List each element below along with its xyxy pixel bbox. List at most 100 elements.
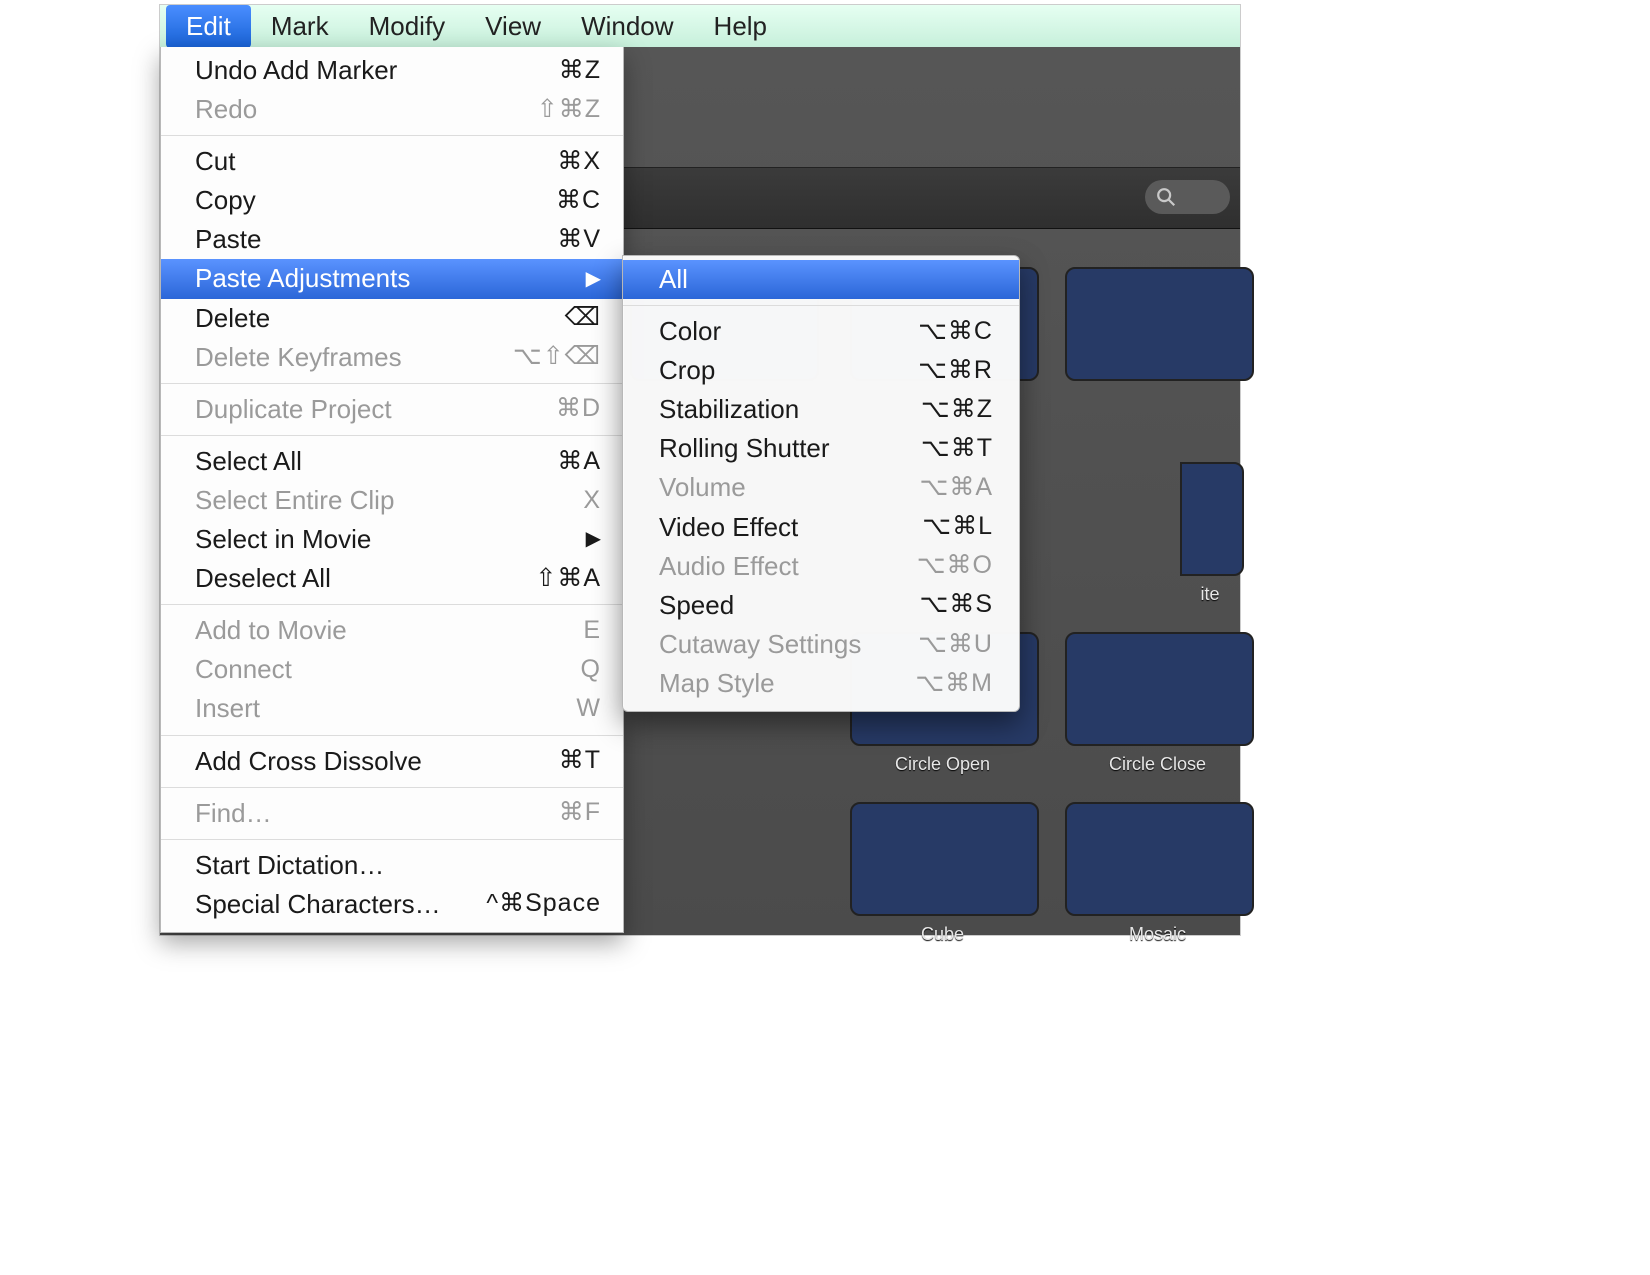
menu-item-label: Special Characters… [195, 887, 441, 922]
menu-separator [161, 735, 623, 736]
menu-item-cut[interactable]: Cut ⌘X [161, 142, 623, 181]
transition-label: Cube [850, 924, 1035, 945]
menu-item-select-in-movie[interactable]: Select in Movie ▶ [161, 520, 623, 559]
menu-separator [161, 604, 623, 605]
menu-separator [623, 305, 1019, 306]
transition-label: Mosaic [1065, 924, 1250, 945]
menu-item-label: Rolling Shutter [659, 431, 830, 466]
menu-item-insert[interactable]: Insert W [161, 689, 623, 728]
menu-item-add-to-movie[interactable]: Add to Movie E [161, 611, 623, 650]
menu-item-label: Video Effect [659, 510, 798, 545]
menu-item-label: Cutaway Settings [659, 627, 861, 662]
menu-item-label: Map Style [659, 666, 775, 701]
transition-label: Circle Open [850, 754, 1035, 775]
menubar-item-view[interactable]: View [465, 5, 561, 48]
app-window: Edit Mark Modify View Window Help ite [160, 5, 1240, 935]
menu-item-add-cross-dissolve[interactable]: Add Cross Dissolve ⌘T [161, 742, 623, 781]
menu-item-label: Audio Effect [659, 549, 799, 584]
menu-item-label: Select in Movie [195, 522, 371, 557]
submenu-item-map-style[interactable]: Map Style ⌥⌘M [623, 664, 1019, 703]
submenu-item-volume[interactable]: Volume ⌥⌘A [623, 468, 1019, 507]
menu-item-label: Speed [659, 588, 734, 623]
submenu-item-color[interactable]: Color ⌥⌘C [623, 312, 1019, 351]
menu-item-redo[interactable]: Redo ⇧⌘Z [161, 90, 623, 129]
menu-item-connect[interactable]: Connect Q [161, 650, 623, 689]
menu-item-shortcut: ⌥⌘T [921, 432, 993, 466]
menu-item-label: Copy [195, 183, 256, 218]
menu-item-label: Stabilization [659, 392, 799, 427]
menubar-item-mark[interactable]: Mark [251, 5, 349, 48]
menu-item-shortcut: ⌥⌘M [915, 667, 993, 701]
menu-item-label: Insert [195, 691, 260, 726]
search-icon [1155, 186, 1177, 208]
menu-item-paste[interactable]: Paste ⌘V [161, 220, 623, 259]
menubar-item-window[interactable]: Window [561, 5, 693, 48]
submenu-item-video-effect[interactable]: Video Effect ⌥⌘L [623, 508, 1019, 547]
submenu-arrow-icon: ▶ [586, 266, 601, 293]
menu-item-shortcut: ⌥⌘S [920, 588, 993, 622]
menu-item-delete[interactable]: Delete ⌫ [161, 299, 623, 338]
paste-adjustments-submenu: All Color ⌥⌘C Crop ⌥⌘R Stabilization ⌥⌘Z… [622, 255, 1020, 712]
menu-item-shortcut: W [576, 692, 601, 726]
menu-item-undo[interactable]: Undo Add Marker ⌘Z [161, 51, 623, 90]
menu-item-label: Undo Add Marker [195, 53, 397, 88]
menu-item-shortcut: ⌥⌘A [920, 471, 993, 505]
menu-item-shortcut: ⌘F [559, 796, 601, 830]
menu-item-special-characters[interactable]: Special Characters… ^⌘Space [161, 885, 623, 924]
menu-item-shortcut: ⇧⌘A [535, 562, 601, 596]
menu-item-select-entire-clip[interactable]: Select Entire Clip X [161, 481, 623, 520]
menu-item-paste-adjustments[interactable]: Paste Adjustments ▶ [161, 259, 623, 298]
menu-item-label: Select Entire Clip [195, 483, 394, 518]
menu-item-label: Deselect All [195, 561, 331, 596]
submenu-item-all[interactable]: All [623, 260, 1019, 299]
menu-item-shortcut: ⌘D [556, 392, 601, 426]
menu-item-label: Add Cross Dissolve [195, 744, 422, 779]
menubar-item-help[interactable]: Help [694, 5, 787, 48]
menu-item-shortcut: ⌘T [559, 744, 601, 778]
menu-separator [161, 135, 623, 136]
menu-item-shortcut: ⌥⌘L [922, 510, 993, 544]
submenu-item-stabilization[interactable]: Stabilization ⌥⌘Z [623, 390, 1019, 429]
menu-item-shortcut: ⌘Z [559, 54, 601, 88]
menu-item-start-dictation[interactable]: Start Dictation… [161, 846, 623, 885]
menu-item-deselect-all[interactable]: Deselect All ⇧⌘A [161, 559, 623, 598]
transition-thumb[interactable] [1065, 267, 1250, 381]
menubar-item-edit[interactable]: Edit [166, 5, 251, 48]
menu-item-find[interactable]: Find… ⌘F [161, 794, 623, 833]
menu-item-label: Find… [195, 796, 272, 831]
menu-item-copy[interactable]: Copy ⌘C [161, 181, 623, 220]
transition-thumb-circle-close[interactable]: Circle Close [1065, 632, 1250, 775]
menu-item-shortcut: ⌥⇧⌫ [513, 340, 601, 374]
submenu-item-speed[interactable]: Speed ⌥⌘S [623, 586, 1019, 625]
menu-item-label: Delete [195, 301, 270, 336]
menu-item-select-all[interactable]: Select All ⌘A [161, 442, 623, 481]
menu-item-shortcut: ⌥⌘U [918, 628, 993, 662]
submenu-item-audio-effect[interactable]: Audio Effect ⌥⌘O [623, 547, 1019, 586]
submenu-item-rolling-shutter[interactable]: Rolling Shutter ⌥⌘T [623, 429, 1019, 468]
menu-separator [161, 839, 623, 840]
menu-item-shortcut: ⌘X [557, 145, 601, 179]
menubar-item-modify[interactable]: Modify [349, 5, 466, 48]
menubar: Edit Mark Modify View Window Help [160, 5, 1240, 48]
menu-item-shortcut: X [583, 484, 601, 518]
menu-item-duplicate-project[interactable]: Duplicate Project ⌘D [161, 390, 623, 429]
menu-separator [161, 435, 623, 436]
transition-thumb-cube[interactable]: Cube [850, 802, 1035, 945]
menu-item-shortcut: ⇧⌘Z [537, 93, 601, 127]
submenu-item-cutaway-settings[interactable]: Cutaway Settings ⌥⌘U [623, 625, 1019, 664]
menu-item-label: Paste [195, 222, 262, 257]
menu-item-label: Crop [659, 353, 715, 388]
search-input[interactable] [1145, 180, 1230, 214]
menu-item-shortcut: ⌥⌘Z [921, 393, 993, 427]
menu-item-shortcut: ⌥⌘O [917, 549, 993, 583]
menu-item-label: Color [659, 314, 721, 349]
transition-thumb-mosaic[interactable]: Mosaic [1065, 802, 1250, 945]
menu-item-delete-keyframes[interactable]: Delete Keyframes ⌥⇧⌫ [161, 338, 623, 377]
menu-item-shortcut: E [583, 614, 601, 648]
menu-item-shortcut: ^⌘Space [486, 887, 601, 921]
menu-item-shortcut: ⌥⌘C [918, 315, 993, 349]
submenu-item-crop[interactable]: Crop ⌥⌘R [623, 351, 1019, 390]
menu-item-label: Redo [195, 92, 257, 127]
transition-thumb[interactable]: ite [1180, 462, 1240, 605]
edit-menu: Undo Add Marker ⌘Z Redo ⇧⌘Z Cut ⌘X Copy … [160, 47, 624, 933]
